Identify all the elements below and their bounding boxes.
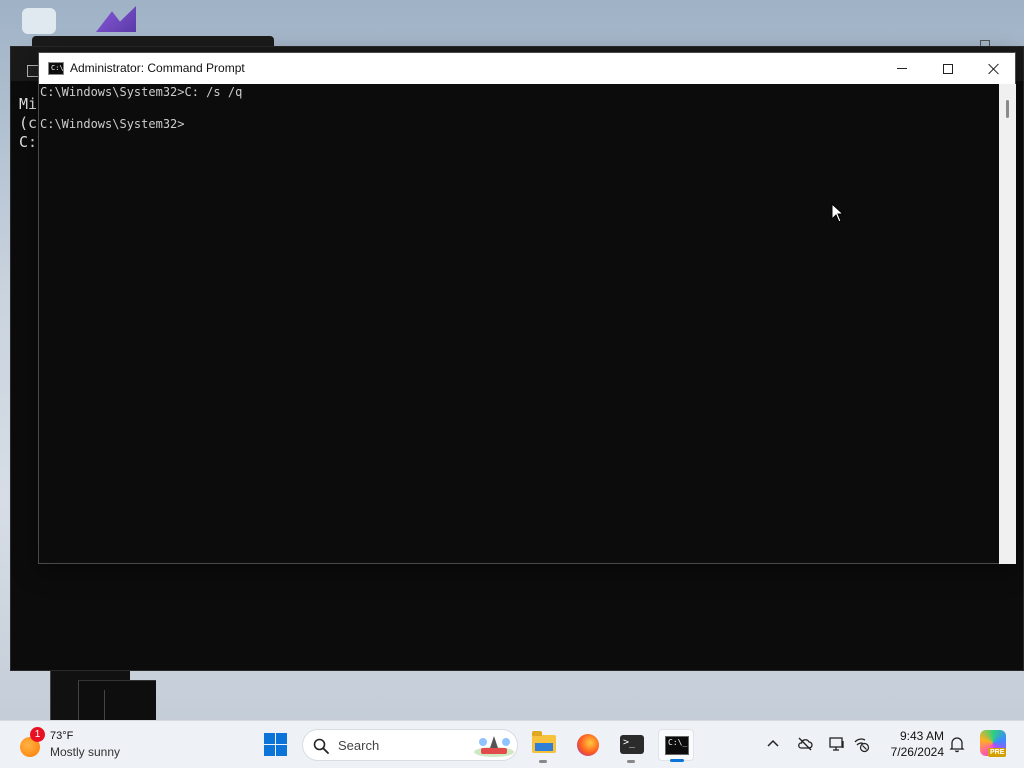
copilot-preview-badge: PRE (988, 748, 1007, 757)
command-prompt-taskbar-icon: C:\_ (665, 736, 689, 755)
window-title: Administrator: Command Prompt (70, 61, 245, 75)
active-indicator (670, 759, 684, 762)
desktop-app-icon[interactable] (22, 8, 56, 34)
file-explorer-button[interactable] (526, 729, 562, 763)
console-line: C:\Windows\System32>C: /s /q (40, 85, 243, 99)
windows-start-icon-pane (276, 745, 287, 756)
command-prompt-window[interactable]: C:\ Administrator: Command Prompt C:\Win… (38, 52, 1016, 564)
windows-start-icon (264, 733, 275, 744)
search-highlight-icon (474, 736, 514, 757)
command-prompt-titlebar[interactable]: C:\ Administrator: Command Prompt (39, 53, 1015, 84)
command-prompt-taskbar-button[interactable]: C:\_ (658, 729, 694, 762)
stacked-window-edge (104, 690, 156, 720)
command-prompt-icon[interactable]: C:\ (48, 62, 64, 75)
firefox-icon (577, 734, 599, 756)
search-icon (313, 738, 329, 754)
display-icon[interactable] (828, 735, 846, 753)
clock-date: 7/26/2024 (890, 745, 944, 759)
close-button[interactable] (971, 53, 1017, 84)
vertical-scrollbar[interactable] (999, 84, 1016, 564)
windows-start-icon-pane (276, 733, 287, 744)
system-clock[interactable]: 9:43 AM 7/26/2024 (878, 728, 944, 760)
running-indicator (539, 760, 547, 763)
console-prompt-line: C:\Windows\System32> (40, 117, 185, 131)
taskbar-search[interactable]: Search (302, 729, 518, 761)
weather-temperature: 73°F (50, 730, 74, 742)
maximize-button[interactable] (925, 53, 971, 84)
mouse-cursor-icon (831, 203, 845, 223)
start-button[interactable] (262, 731, 290, 759)
desktop-app-icon-2[interactable] (96, 6, 136, 32)
search-label: Search (338, 738, 380, 753)
close-icon (988, 63, 1000, 75)
minimize-button[interactable] (879, 53, 925, 84)
chevron-up-icon[interactable] (764, 735, 782, 753)
taskbar: 1 73°F Mostly sunny Search >_ C:\_ 9:43 … (0, 720, 1024, 768)
terminal-button[interactable]: >_ (614, 729, 650, 763)
weather-condition: Mostly sunny (50, 745, 121, 759)
windows-start-icon-pane (264, 745, 275, 756)
weather-widget[interactable]: 1 73°F Mostly sunny (16, 727, 146, 763)
status-icon[interactable] (852, 735, 870, 753)
terminal-icon: >_ (620, 735, 644, 754)
console-output[interactable]: C:\Windows\System32>C: /s /q C:\Windows\… (40, 84, 998, 562)
clock-time: 9:43 AM (899, 729, 944, 743)
firefox-button[interactable] (570, 729, 606, 761)
weather-badge: 1 (30, 727, 45, 742)
minimize-icon (897, 68, 907, 69)
file-explorer-icon (532, 731, 556, 753)
cloud-off-icon[interactable] (796, 735, 814, 753)
running-indicator (627, 760, 635, 763)
maximize-icon (943, 63, 953, 74)
scrollbar-thumb[interactable] (1006, 100, 1009, 118)
notification-bell-icon[interactable] (948, 735, 966, 753)
